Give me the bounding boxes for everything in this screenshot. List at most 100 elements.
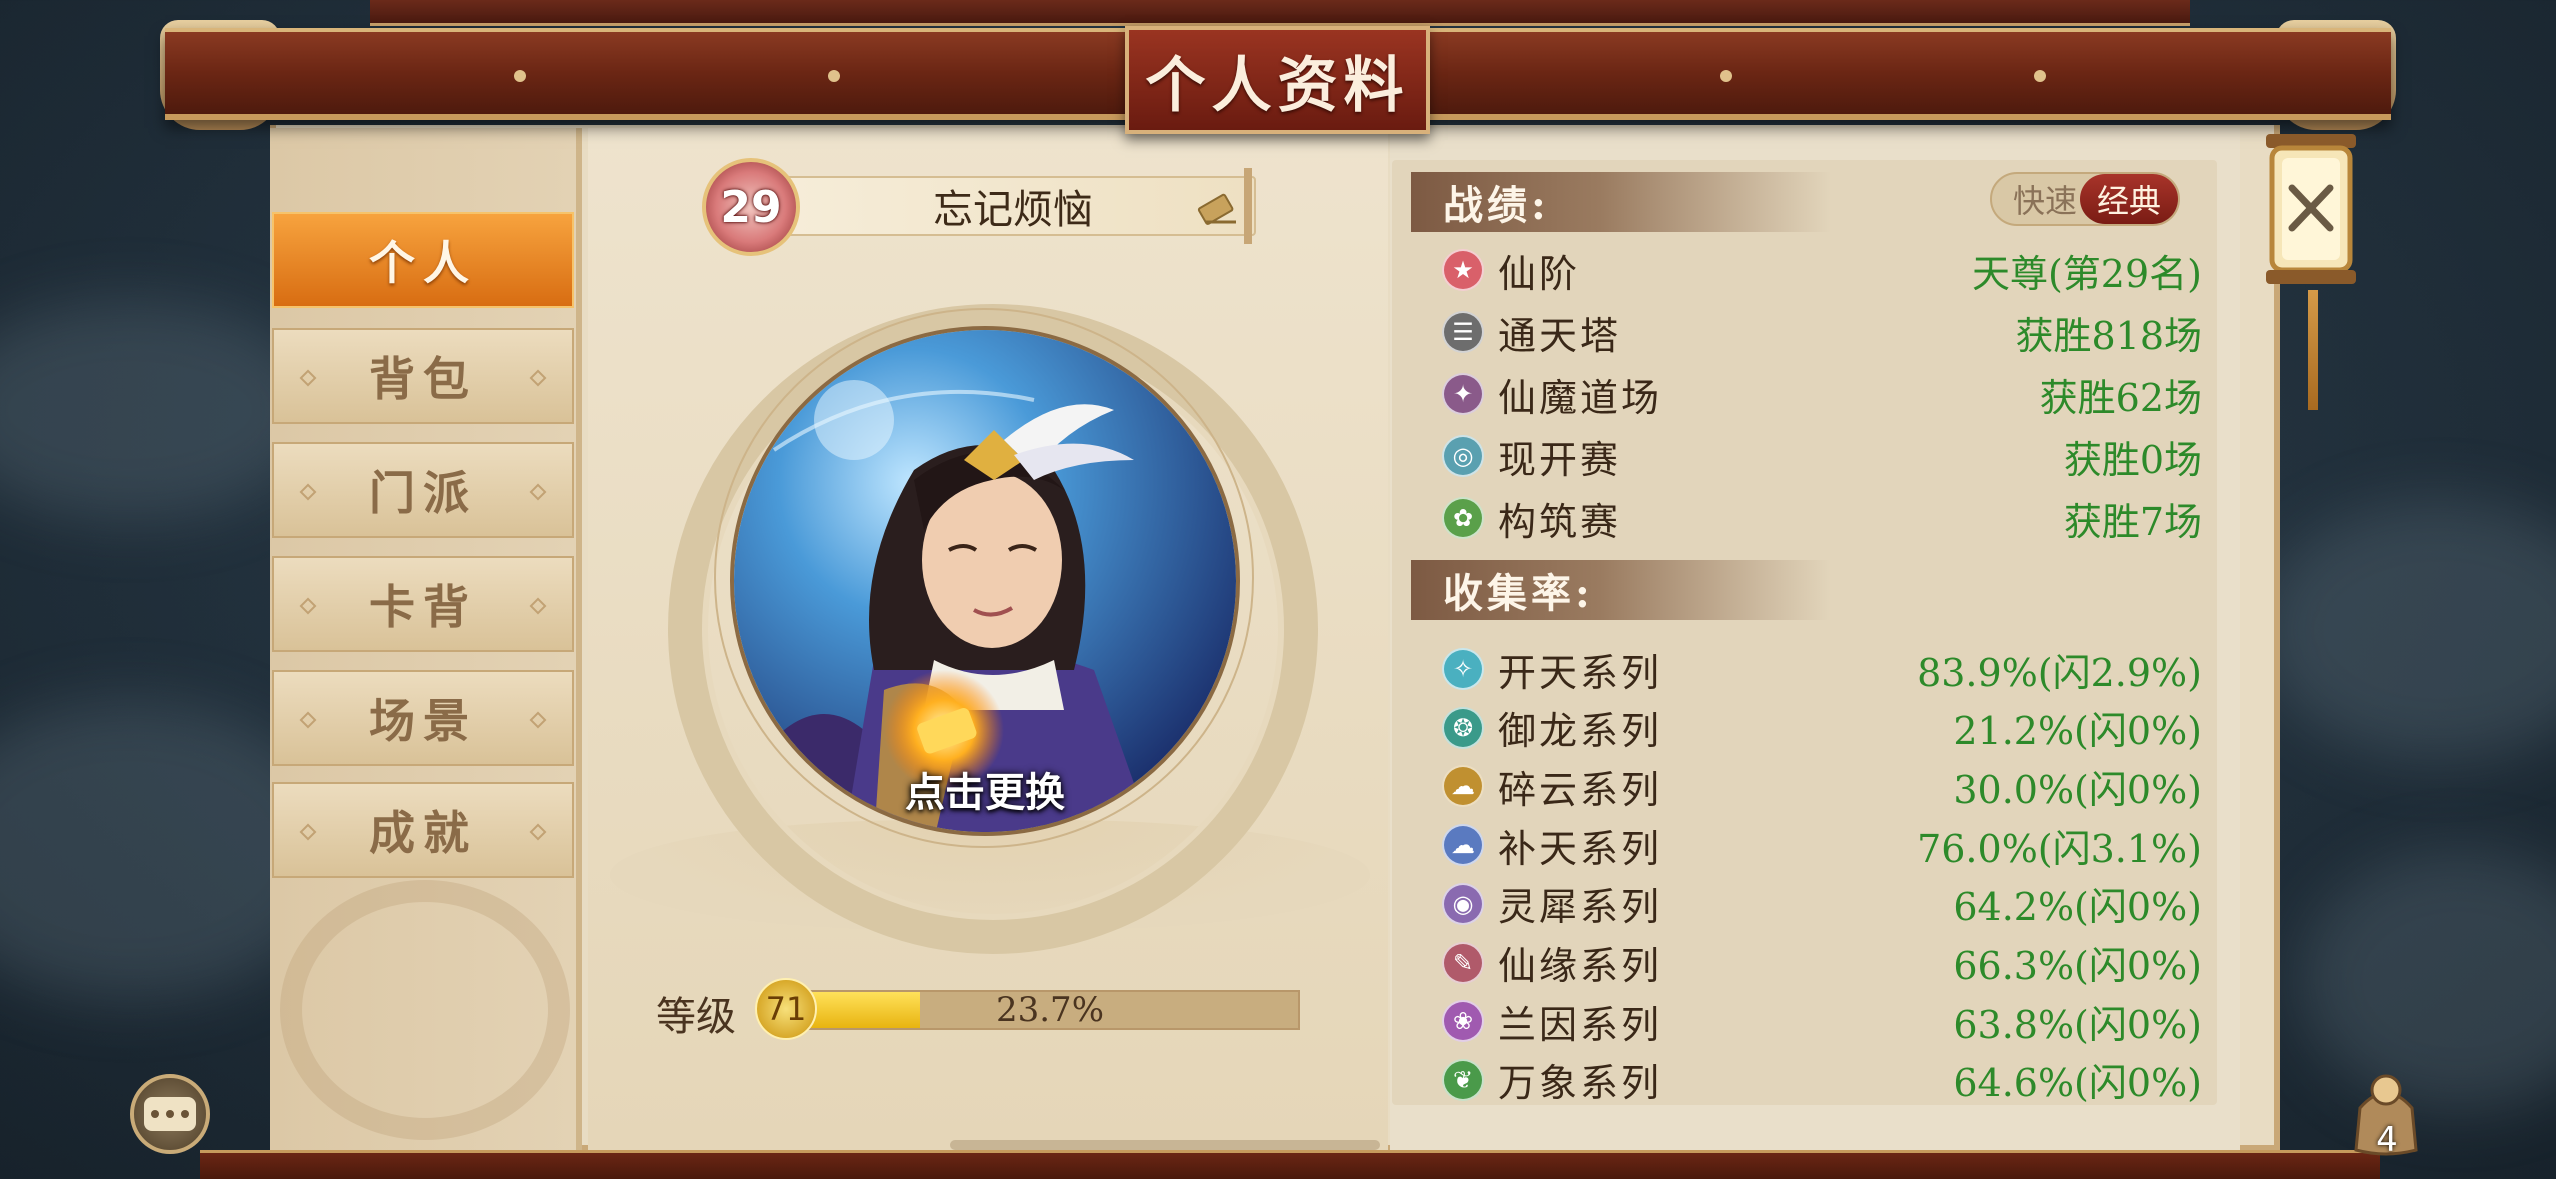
collection-value: 63.8%(闪0%) bbox=[1953, 1002, 2202, 1047]
change-avatar-label: 点击更换 bbox=[905, 769, 1065, 816]
collection-value: 76.0%(闪3.1%) bbox=[1917, 826, 2202, 871]
kaitian-icon: ✧ bbox=[1442, 648, 1484, 690]
background-cloud bbox=[2300, 850, 2556, 1110]
grade-value: 71 bbox=[765, 990, 807, 1028]
collection-label: 御龙系列 bbox=[1498, 709, 1663, 754]
star-icon: ★ bbox=[1442, 249, 1484, 291]
sidebar-item-label: 个人 bbox=[369, 236, 477, 290]
grade-badge: 71 bbox=[755, 978, 817, 1040]
collection-label: 仙缘系列 bbox=[1498, 944, 1663, 988]
collection-row: ❂ 御龙系列 21.2%(闪0%) bbox=[1442, 702, 2202, 754]
xianyuan-icon: ✎ bbox=[1442, 941, 1484, 984]
player-name: 忘记烦恼 bbox=[933, 187, 1093, 233]
collection-label: 万象系列 bbox=[1498, 1061, 1663, 1106]
record-value: 获胜818场 bbox=[2015, 313, 2202, 358]
record-label: 构筑赛 bbox=[1498, 499, 1622, 544]
record-label: 仙魔道场 bbox=[1498, 375, 1663, 420]
diamond-ornament bbox=[299, 597, 317, 615]
collection-value: 21.2%(闪0%) bbox=[1953, 709, 2202, 754]
collection-row: ◉ 灵犀系列 64.2%(闪0%) bbox=[1442, 878, 2202, 930]
lantern-tassel bbox=[2308, 290, 2318, 410]
chat-button[interactable] bbox=[130, 1074, 210, 1154]
beam-ornament bbox=[1720, 70, 1732, 82]
sidebar-item-label: 背包 bbox=[369, 352, 477, 406]
collection-label: 灵犀系列 bbox=[1498, 885, 1663, 930]
sidebar-item-achievement[interactable]: 成就 bbox=[272, 782, 574, 878]
chat-icon bbox=[144, 1097, 196, 1131]
collection-section-header: 收集率: bbox=[1411, 560, 1831, 620]
bag-count: 4 bbox=[2376, 1120, 2398, 1160]
demon-arena-icon: ✦ bbox=[1442, 373, 1484, 415]
name-bar-edge bbox=[1244, 168, 1252, 244]
sidebar-item-scene[interactable]: 场景 bbox=[272, 670, 574, 766]
record-row: ✿ 构筑赛 获胜7场 bbox=[1442, 492, 2202, 544]
page-title: 个人资料 bbox=[1145, 50, 1410, 121]
tower-icon: ☰ bbox=[1442, 311, 1484, 353]
collection-row: ❦ 万象系列 64.6%(闪0%) bbox=[1442, 1054, 2202, 1106]
diamond-ornament bbox=[529, 597, 547, 615]
beam-ornament bbox=[514, 70, 526, 82]
grade-progress-bar: 23.7% bbox=[800, 990, 1300, 1030]
record-row: ◎ 现开赛 获胜0场 bbox=[1442, 430, 2202, 482]
mode-fast-button[interactable]: 快速 bbox=[2005, 172, 2085, 226]
record-value: 获胜7场 bbox=[2063, 499, 2202, 544]
mode-classic-button[interactable]: 经典 bbox=[2080, 174, 2178, 224]
record-label: 现开赛 bbox=[1498, 437, 1622, 482]
record-label: 通天塔 bbox=[1498, 313, 1622, 358]
sidebar-item-label: 门派 bbox=[369, 466, 477, 520]
sidebar-item-backpack[interactable]: 背包 bbox=[272, 328, 574, 424]
record-label: 仙阶 bbox=[1498, 251, 1581, 296]
header-top-beam bbox=[370, 0, 2190, 26]
sidebar-item-label: 成就 bbox=[369, 806, 477, 860]
player-level: 29 bbox=[720, 181, 782, 233]
collection-value: 30.0%(闪0%) bbox=[1953, 767, 2202, 812]
collection-value: 66.3%(闪0%) bbox=[1953, 944, 2202, 988]
diamond-ornament bbox=[299, 823, 317, 841]
record-row: ✦ 仙魔道场 获胜62场 bbox=[1442, 368, 2202, 420]
footer-beam bbox=[200, 1150, 2380, 1179]
close-button[interactable] bbox=[2258, 130, 2364, 290]
collection-title: 收集率: bbox=[1443, 570, 1594, 617]
collection-row: ✎ 仙缘系列 66.3%(闪0%) bbox=[1442, 937, 2202, 989]
diamond-ornament bbox=[529, 369, 547, 387]
sidebar-item-label: 卡背 bbox=[369, 580, 477, 634]
diamond-ornament bbox=[529, 823, 547, 841]
title-plaque: 个人资料 bbox=[1125, 26, 1430, 134]
player-name-bar: 忘记烦恼 bbox=[770, 176, 1256, 236]
collection-value: 64.6%(闪0%) bbox=[1953, 1061, 2202, 1106]
sidebar-item-card-back[interactable]: 卡背 bbox=[272, 556, 574, 652]
sidebar-item-label: 场景 bbox=[369, 694, 477, 748]
diamond-ornament bbox=[299, 483, 317, 501]
collection-row: ❀ 兰因系列 63.8%(闪0%) bbox=[1442, 995, 2202, 1047]
lanyin-icon: ❀ bbox=[1442, 1000, 1484, 1043]
collection-row: ☁ 碎云系列 30.0%(闪0%) bbox=[1442, 760, 2202, 812]
butian-icon: ☁ bbox=[1442, 824, 1484, 867]
edit-name-icon[interactable] bbox=[1196, 186, 1240, 226]
collection-row: ☁ 补天系列 76.0%(闪3.1%) bbox=[1442, 819, 2202, 871]
avatar[interactable]: 点击更换 bbox=[730, 326, 1240, 836]
collection-value: 83.9%(闪2.9%) bbox=[1917, 650, 2202, 695]
record-value: 获胜0场 bbox=[2063, 437, 2202, 482]
background-cloud bbox=[2260, 500, 2556, 760]
scroll-indicator bbox=[950, 1140, 1380, 1150]
collection-label: 开天系列 bbox=[1498, 650, 1663, 695]
grade-progress-text: 23.7% bbox=[995, 990, 1104, 1030]
record-value: 获胜62场 bbox=[2039, 375, 2202, 420]
sidebar-item-personal[interactable]: 个人 bbox=[272, 212, 574, 308]
grade-label: 等级 bbox=[656, 994, 736, 1040]
beam-ornament bbox=[828, 70, 840, 82]
diamond-ornament bbox=[299, 369, 317, 387]
collection-label: 补天系列 bbox=[1498, 826, 1663, 871]
yulong-icon: ❂ bbox=[1442, 706, 1484, 749]
suiyun-icon: ☁ bbox=[1442, 765, 1484, 808]
diamond-ornament bbox=[529, 711, 547, 729]
collection-value: 64.2%(闪0%) bbox=[1953, 885, 2202, 930]
build-match-icon: ✿ bbox=[1442, 497, 1484, 539]
record-value: 天尊(第29名) bbox=[1971, 251, 2202, 296]
lingxi-icon: ◉ bbox=[1442, 882, 1484, 925]
player-level-badge: 29 bbox=[702, 158, 800, 256]
sidebar-decoration bbox=[280, 880, 570, 1140]
sidebar-item-sect[interactable]: 门派 bbox=[272, 442, 574, 538]
record-section-header: 战绩: bbox=[1411, 172, 1831, 232]
record-row: ★ 仙阶 天尊(第29名) bbox=[1442, 244, 2202, 296]
